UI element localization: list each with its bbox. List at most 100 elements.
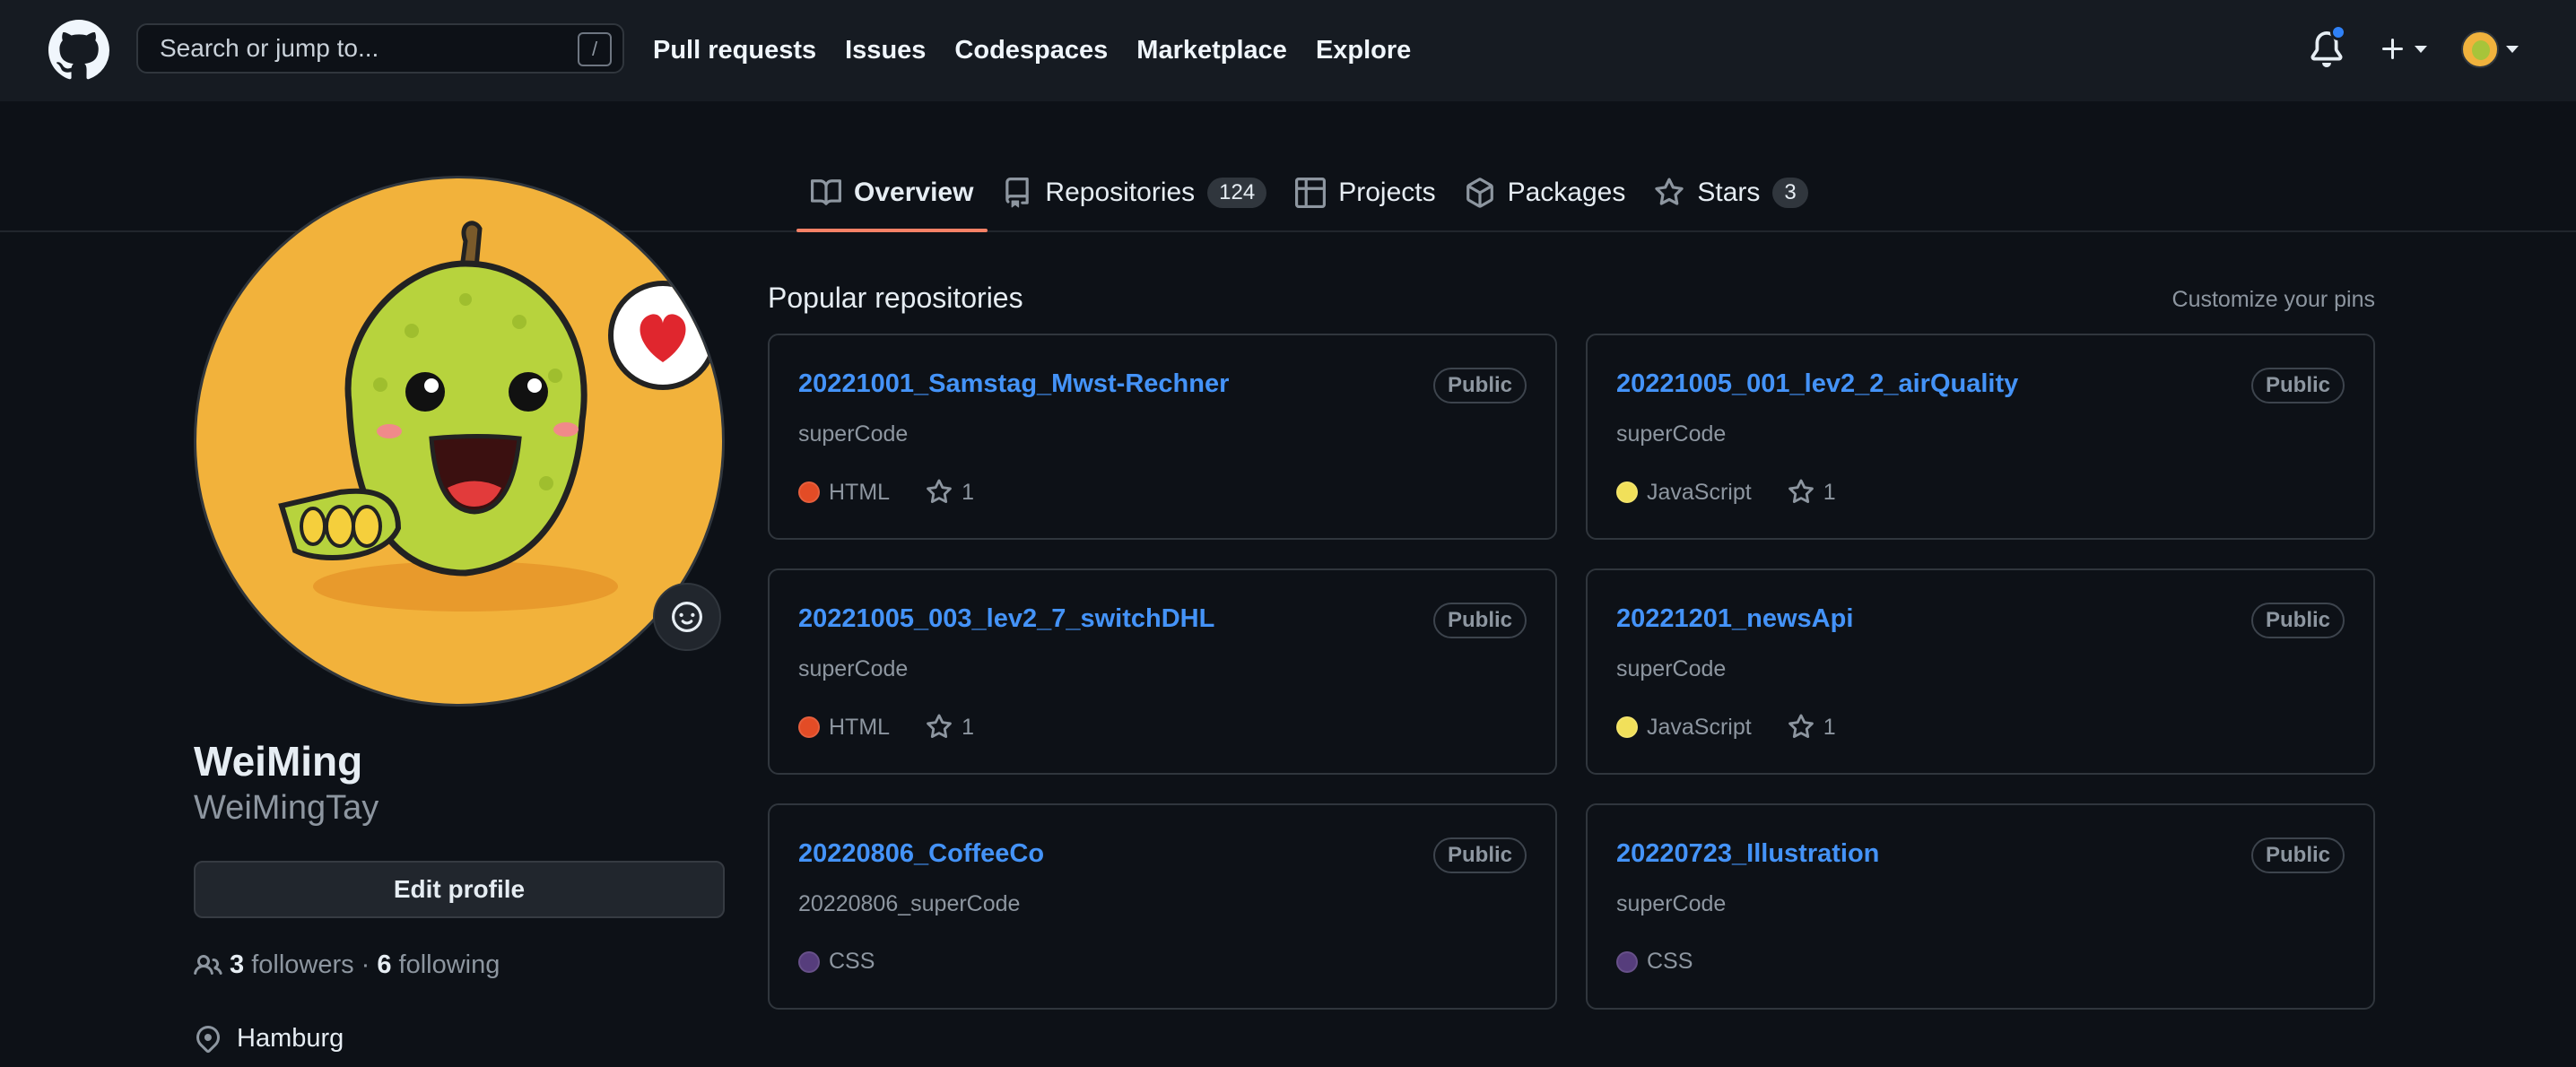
star-icon	[927, 479, 952, 504]
profile-location: Hamburg	[194, 1024, 344, 1054]
repo-meta: JavaScript 1	[1616, 479, 1836, 506]
visibility-badge: Public	[1432, 837, 1527, 873]
follow-separator: ·	[361, 950, 370, 979]
edit-profile-button[interactable]: Edit profile	[194, 861, 725, 918]
followers-label: followers	[251, 950, 354, 979]
repo-description: superCode	[1616, 656, 1727, 681]
repo-language: JavaScript	[1647, 714, 1752, 740]
profile-username: WeiMingTay	[194, 789, 379, 827]
star-icon	[927, 714, 952, 739]
follow-stats: 3 followers · 6 following	[194, 950, 500, 980]
nav-codespaces[interactable]: Codespaces	[954, 36, 1108, 65]
search-placeholder: Search or jump to...	[160, 34, 379, 62]
following-count: 6	[377, 950, 392, 979]
tab-packages[interactable]: Packages	[1450, 164, 1640, 221]
language-color-dot	[1616, 950, 1638, 973]
tab-stars[interactable]: Stars 3	[1640, 164, 1822, 221]
repo-language: JavaScript	[1647, 479, 1752, 505]
visibility-badge: Public	[2250, 603, 2345, 638]
repo-name-link[interactable]: 20220723_Illustration	[1616, 839, 1879, 869]
tab-label: Projects	[1338, 178, 1436, 207]
profile-avatar[interactable]	[194, 176, 725, 707]
following-link[interactable]: 6 following	[377, 950, 500, 980]
chevron-down-icon	[2506, 46, 2519, 53]
popular-repositories-heading: Popular repositories	[768, 282, 1023, 314]
repo-icon	[1005, 178, 1030, 208]
star-icon	[1655, 178, 1684, 205]
visibility-badge: Public	[1432, 603, 1527, 638]
repo-name-link[interactable]: 20221001_Samstag_Mwst-Rechner	[798, 369, 1229, 399]
following-label: following	[398, 950, 500, 979]
profile-tabs: Overview Repositories 124 Projects Packa…	[796, 164, 1823, 232]
language-color-dot	[1616, 716, 1638, 738]
user-menu-dropdown[interactable]	[2461, 30, 2519, 68]
nav-issues[interactable]: Issues	[845, 36, 926, 65]
repo-language: CSS	[1647, 949, 1693, 974]
search-shortcut-key: /	[578, 32, 612, 66]
repo-card: 20221001_Samstag_Mwst-Rechner Public super…	[768, 334, 1557, 540]
repo-stars-link[interactable]: 1	[1788, 479, 1836, 506]
followers-link[interactable]: 3 followers	[230, 950, 354, 980]
repo-star-count: 1	[1823, 714, 1836, 740]
repo-name-link[interactable]: 20221005_001_lev2_2_airQuality	[1616, 369, 2018, 399]
nav-marketplace[interactable]: Marketplace	[1136, 36, 1287, 65]
language-color-dot	[1616, 481, 1638, 503]
repo-language: CSS	[829, 949, 875, 974]
repo-name-link[interactable]: 20221005_003_lev2_7_switchDHL	[798, 604, 1214, 634]
smiley-icon	[672, 602, 702, 632]
tab-label: Packages	[1507, 178, 1626, 207]
create-new-dropdown[interactable]	[2379, 35, 2427, 64]
repositories-count-badge: 124	[1207, 178, 1267, 208]
people-icon	[194, 954, 222, 975]
repo-stars-link[interactable]: 1	[1788, 714, 1836, 741]
repo-card: 20221201_newsApi Public superCode JavaScrip…	[1586, 568, 2375, 775]
book-icon	[811, 179, 841, 205]
repo-meta: HTML 1	[798, 714, 974, 741]
repo-description: 20220806_superCode	[798, 891, 1021, 916]
language-color-dot	[798, 716, 820, 738]
repo-star-count: 1	[1823, 479, 1836, 505]
repo-description: superCode	[1616, 891, 1727, 916]
tab-label: Overview	[854, 178, 974, 207]
repo-meta: CSS	[1616, 949, 1693, 975]
location-text: Hamburg	[237, 1024, 344, 1053]
customize-pins-link[interactable]: Customize your pins	[2172, 287, 2375, 313]
visibility-badge: Public	[2250, 837, 2345, 873]
repo-stars-link[interactable]: 1	[926, 479, 974, 506]
table-icon	[1295, 178, 1327, 208]
notifications-button[interactable]	[2309, 24, 2346, 67]
plus-icon	[2382, 39, 2403, 59]
followers-count: 3	[230, 950, 245, 979]
tab-label: Repositories	[1045, 178, 1196, 207]
repo-meta: CSS	[798, 949, 875, 975]
language-color-dot	[798, 481, 820, 503]
search-input[interactable]: Search or jump to... /	[136, 23, 624, 74]
chevron-down-icon	[2415, 46, 2427, 53]
tab-projects[interactable]: Projects	[1281, 164, 1449, 221]
repo-meta: HTML 1	[798, 479, 974, 506]
tab-repositories[interactable]: Repositories 124	[988, 164, 1281, 221]
repo-star-count: 1	[962, 479, 974, 505]
repo-card: 20220806_CoffeeCo Public 20220806_superCod…	[768, 803, 1557, 1010]
repo-description: superCode	[798, 421, 909, 447]
repo-card: 20221005_003_lev2_7_switchDHL Public super…	[768, 568, 1557, 775]
nav-pull-requests[interactable]: Pull requests	[653, 36, 816, 65]
repo-stars-link[interactable]: 1	[926, 714, 974, 741]
repo-name-link[interactable]: 20221201_newsApi	[1616, 604, 1853, 634]
language-color-dot	[798, 950, 820, 973]
set-status-button[interactable]	[653, 583, 721, 651]
stars-count-badge: 3	[1772, 178, 1808, 208]
repo-description: superCode	[798, 656, 909, 681]
star-icon	[1788, 714, 1814, 739]
repo-name-link[interactable]: 20220806_CoffeeCo	[798, 839, 1044, 869]
package-icon	[1466, 178, 1493, 208]
nav-explore[interactable]: Explore	[1316, 36, 1411, 65]
repo-language: HTML	[829, 714, 891, 740]
location-pin-icon	[196, 1025, 221, 1053]
star-icon	[1788, 479, 1814, 504]
tab-overview[interactable]: Overview	[796, 164, 988, 232]
avatar	[2461, 30, 2499, 68]
github-logo-icon[interactable]	[48, 20, 109, 81]
profile-name: WeiMing	[194, 738, 363, 785]
repo-meta: JavaScript 1	[1616, 714, 1836, 741]
